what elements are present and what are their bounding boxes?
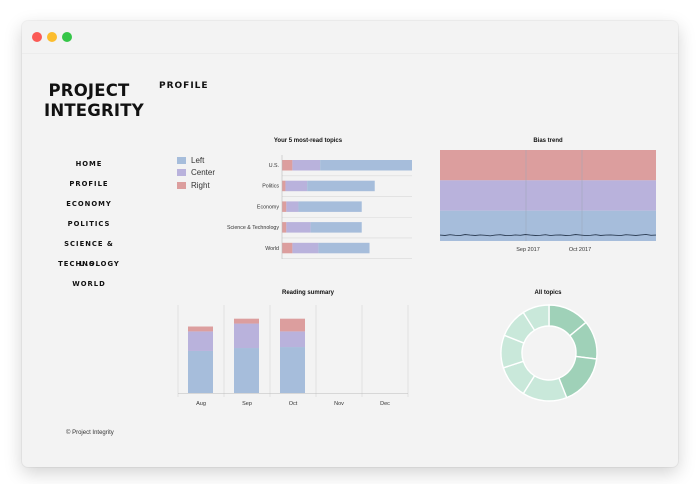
legend-item-center: Center bbox=[177, 167, 215, 180]
top-topics-chart-title: Your 5 most-read topics bbox=[273, 138, 343, 144]
summary-x-tick: Oct bbox=[289, 401, 298, 407]
trend-band-left bbox=[440, 210, 656, 241]
summary-x-tick: Aug bbox=[196, 401, 206, 407]
topic-bar-center bbox=[292, 242, 319, 254]
topic-label: Politics bbox=[262, 184, 279, 190]
summary-bar-left bbox=[280, 347, 305, 393]
legend-swatch-left bbox=[177, 156, 186, 164]
nav-item-politics[interactable]: POLITICS bbox=[34, 214, 144, 234]
trend-x-tick: Sep 2017 bbox=[516, 247, 540, 253]
summary-bar-right bbox=[280, 318, 305, 332]
sidebar-nav: HOME PROFILE ECONOMY POLITICS SCIENCE & … bbox=[34, 154, 144, 294]
summary-x-tick: Sep bbox=[242, 401, 252, 407]
trend-x-tick: Oct 2017 bbox=[569, 247, 591, 253]
legend-item-left: Left bbox=[177, 154, 215, 167]
summary-x-tick: Dec bbox=[380, 401, 390, 407]
summary-bar-right bbox=[234, 318, 259, 324]
topic-bar-center bbox=[292, 160, 321, 171]
close-window-button[interactable] bbox=[32, 32, 42, 42]
summary-bar-left bbox=[188, 350, 213, 393]
legend-item-right: Right bbox=[177, 179, 215, 192]
topic-bar-left bbox=[320, 160, 412, 171]
topic-bar-right bbox=[282, 242, 293, 254]
brand-logo[interactable]: PROJECT INTEGRITY bbox=[44, 81, 144, 121]
nav-item-home[interactable]: HOME bbox=[34, 154, 144, 174]
trend-band-center bbox=[440, 180, 656, 211]
summary-bar-center bbox=[280, 331, 305, 348]
nav-item-us[interactable]: U.S. bbox=[34, 254, 144, 274]
reading-summary-chart: Aug Sep Oct Nov Dec bbox=[177, 305, 409, 407]
topic-bar-right bbox=[282, 222, 287, 233]
topic-label: Economy bbox=[257, 204, 279, 210]
top-topics-chart: U.S. Politics Economy Science & Technology W… bbox=[227, 155, 412, 259]
page-title: PROFILE bbox=[159, 81, 209, 91]
summary-bar-right bbox=[188, 326, 213, 332]
reading-summary-chart-title: Reading summary bbox=[281, 290, 335, 296]
summary-bar-center bbox=[188, 331, 213, 351]
topic-label: U.S. bbox=[269, 163, 279, 169]
topic-bar-center bbox=[286, 222, 311, 233]
topic-label: World bbox=[265, 246, 279, 252]
summary-bar-left bbox=[234, 348, 259, 393]
topic-bar-right bbox=[282, 180, 286, 192]
bias-trend-chart-title: Bias trend bbox=[533, 138, 563, 144]
topic-bar-right bbox=[282, 160, 293, 171]
summary-x-tick: Nov bbox=[334, 401, 344, 407]
topic-bar-left bbox=[318, 242, 370, 254]
nav-item-science-technology[interactable]: SCIENCE & TECHNOLOGY bbox=[34, 234, 144, 268]
bias-trend-chart: Sep 2017 Oct 2017 bbox=[440, 150, 657, 253]
summary-bar-center bbox=[234, 323, 259, 349]
brand-line-1: PROJECT bbox=[48, 81, 130, 100]
maximize-window-button[interactable] bbox=[62, 32, 72, 42]
topic-bar-center bbox=[285, 180, 308, 192]
topic-bar-left bbox=[298, 201, 362, 212]
trend-band-right bbox=[440, 150, 656, 181]
nav-item-profile[interactable]: PROFILE bbox=[34, 174, 144, 194]
browser-window: PROJECT INTEGRITY HOME PROFILE ECONOMY P… bbox=[22, 21, 678, 467]
legend-swatch-right bbox=[177, 181, 186, 189]
topic-bar-left bbox=[310, 222, 362, 233]
bias-legend: Left Center Right bbox=[177, 154, 215, 192]
nav-item-economy[interactable]: ECONOMY bbox=[34, 194, 144, 214]
all-topics-chart-title: All topics bbox=[534, 290, 562, 296]
legend-label-right: Right bbox=[191, 180, 210, 190]
topic-bar-right bbox=[282, 201, 287, 212]
nav-item-world[interactable]: WORLD bbox=[34, 274, 144, 294]
topic-bar-center bbox=[286, 201, 299, 212]
footer-copyright: © Project Integrity bbox=[66, 430, 114, 436]
all-topics-donut-chart bbox=[500, 304, 598, 402]
legend-swatch-center bbox=[177, 169, 186, 177]
legend-label-center: Center bbox=[191, 168, 216, 178]
topic-label: Science & Technology bbox=[227, 225, 279, 231]
brand-line-2: INTEGRITY bbox=[44, 101, 144, 120]
title-bar bbox=[22, 21, 678, 54]
legend-label-left: Left bbox=[191, 155, 205, 165]
topic-bar-left bbox=[307, 180, 375, 192]
minimize-window-button[interactable] bbox=[47, 32, 57, 42]
